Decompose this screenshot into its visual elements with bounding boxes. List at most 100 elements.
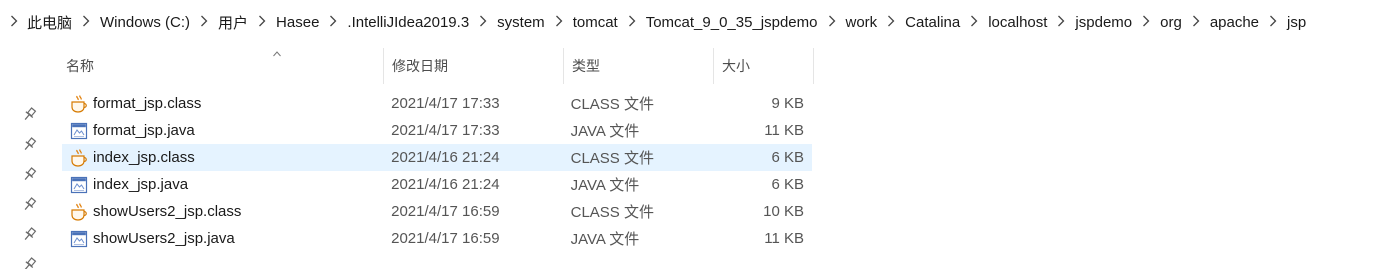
chevron-right-icon[interactable] — [1262, 14, 1284, 30]
java-source-icon — [69, 175, 89, 195]
java-class-icon — [69, 202, 89, 222]
chevron-right-icon[interactable] — [472, 14, 494, 30]
breadcrumb-item-label: jsp — [1287, 13, 1307, 31]
chevron-right-icon[interactable] — [193, 14, 215, 30]
chevron-right-icon[interactable] — [75, 14, 97, 30]
breadcrumb-item[interactable]: work — [843, 7, 881, 37]
file-row[interactable]: index_jsp.class 2021/4/16 21:24 CLASS 文件 6 … — [62, 144, 812, 171]
column-header-type[interactable]: 类型 — [564, 48, 714, 84]
java-source-icon — [69, 229, 89, 249]
breadcrumb-item[interactable]: 用户 — [215, 7, 251, 37]
breadcrumb-item-label: org — [1160, 13, 1182, 31]
column-size-label: 大小 — [722, 58, 750, 74]
chevron-right-icon[interactable] — [880, 14, 902, 30]
file-row[interactable]: format_jsp.class 2021/4/17 17:33 CLASS 文件 9… — [62, 90, 812, 117]
breadcrumb-item-label: Catalina — [905, 13, 961, 31]
file-name-cell: showUsers2_jsp.class — [62, 202, 391, 222]
breadcrumb-item[interactable]: Windows (C:) — [97, 7, 193, 37]
breadcrumb-item-label: localhost — [988, 13, 1048, 31]
file-type: CLASS 文件 — [570, 96, 654, 113]
file-date: 2021/4/17 17:33 — [391, 95, 500, 112]
breadcrumb-item[interactable]: tomcat — [570, 7, 621, 37]
pin-icon[interactable] — [20, 256, 38, 269]
pin-icon[interactable] — [20, 226, 38, 244]
chevron-right-icon[interactable] — [251, 14, 273, 30]
file-type: CLASS 文件 — [570, 150, 654, 167]
file-type: JAVA 文件 — [570, 231, 640, 248]
column-header-date[interactable]: 修改日期 — [384, 48, 564, 84]
column-header-size[interactable]: 大小 — [714, 48, 814, 84]
file-size: 10 KB — [763, 203, 804, 220]
file-size: 6 KB — [771, 176, 804, 193]
breadcrumb-item[interactable]: .IntelliJIdea2019.3 — [344, 7, 472, 37]
pin-icon[interactable] — [20, 136, 38, 154]
breadcrumb-item-label: system — [497, 13, 545, 31]
file-name-cell: index_jsp.class — [62, 148, 391, 168]
chevron-right-icon[interactable] — [4, 14, 24, 30]
file-date: 2021/4/17 16:59 — [391, 203, 500, 220]
file-size: 11 KB — [764, 122, 804, 139]
file-size: 6 KB — [771, 149, 804, 166]
column-header-name[interactable]: 名称 — [58, 48, 384, 84]
breadcrumb-item[interactable]: localhost — [985, 7, 1050, 37]
file-date: 2021/4/17 16:59 — [391, 230, 500, 247]
breadcrumb-item[interactable]: jsp — [1284, 7, 1309, 37]
file-row[interactable]: format_jsp.java 2021/4/17 17:33 JAVA 文件 11 … — [62, 117, 812, 144]
file-date: 2021/4/16 21:24 — [391, 176, 500, 193]
java-source-icon — [69, 121, 89, 141]
breadcrumb-item-label: 用户 — [218, 14, 249, 32]
file-name-cell: index_jsp.java — [62, 175, 391, 195]
breadcrumb-item-label: apache — [1209, 13, 1260, 31]
file-row[interactable]: showUsers2_jsp.java 2021/4/17 16:59 JAVA 文… — [62, 225, 812, 252]
file-size: 9 KB — [771, 95, 804, 112]
file-row[interactable]: index_jsp.java 2021/4/16 21:24 JAVA 文件 6 KB — [62, 171, 812, 198]
breadcrumb-item[interactable]: Catalina — [902, 7, 963, 37]
file-type: JAVA 文件 — [570, 123, 640, 140]
file-date: 2021/4/16 21:24 — [391, 149, 500, 166]
column-name-label: 名称 — [66, 58, 94, 74]
file-name: format_jsp.class — [93, 95, 202, 112]
breadcrumb-item-label: work — [845, 13, 878, 31]
column-type-label: 类型 — [572, 58, 600, 74]
breadcrumb-item[interactable]: Tomcat_9_0_35_jspdemo — [643, 7, 821, 37]
chevron-right-icon[interactable] — [963, 14, 985, 30]
file-type: JAVA 文件 — [570, 177, 640, 194]
pin-icon[interactable] — [20, 196, 38, 214]
pin-icon[interactable] — [20, 106, 38, 124]
file-name-cell: format_jsp.java — [62, 121, 391, 141]
chevron-right-icon[interactable] — [1135, 14, 1157, 30]
breadcrumb-item-label: Hasee — [276, 13, 320, 31]
chevron-right-icon[interactable] — [548, 14, 570, 30]
file-name: format_jsp.java — [93, 122, 195, 139]
file-name: showUsers2_jsp.java — [93, 230, 235, 247]
breadcrumb-item[interactable]: apache — [1207, 7, 1262, 37]
breadcrumb-item-label: Tomcat_9_0_35_jspdemo — [645, 13, 818, 31]
column-date-label: 修改日期 — [392, 58, 448, 74]
chevron-right-icon[interactable] — [821, 14, 843, 30]
column-header: 名称 修改日期 类型 大小 — [58, 48, 814, 84]
breadcrumb-item-label: 此电脑 — [27, 14, 73, 32]
file-name-cell: format_jsp.class — [62, 94, 391, 114]
java-class-icon — [69, 94, 89, 114]
breadcrumb-item[interactable]: org — [1157, 7, 1185, 37]
breadcrumb-item[interactable]: Hasee — [273, 7, 322, 37]
pin-icon[interactable] — [20, 166, 38, 184]
sort-ascending-icon — [273, 51, 281, 57]
file-row[interactable]: showUsers2_jsp.class 2021/4/17 16:59 CLASS… — [62, 198, 812, 225]
breadcrumb-item[interactable]: system — [494, 7, 548, 37]
breadcrumb-item[interactable]: jspdemo — [1072, 7, 1135, 37]
file-name: index_jsp.java — [93, 176, 189, 193]
file-name: showUsers2_jsp.class — [93, 203, 242, 220]
file-name-cell: showUsers2_jsp.java — [62, 229, 391, 249]
chevron-right-icon[interactable] — [322, 14, 344, 30]
breadcrumb-item-label: .IntelliJIdea2019.3 — [347, 13, 470, 31]
breadcrumb-item-label: jspdemo — [1075, 13, 1133, 31]
file-size: 11 KB — [764, 230, 804, 247]
breadcrumb-item-label: Windows (C:) — [100, 13, 191, 31]
chevron-right-icon[interactable] — [1050, 14, 1072, 30]
chevron-right-icon[interactable] — [1185, 14, 1207, 30]
file-explorer: 此电脑 Windows (C:) 用户 Hasee .IntelliJIdea2019.… — [0, 0, 1380, 269]
chevron-right-icon[interactable] — [621, 14, 643, 30]
breadcrumb: 此电脑 Windows (C:) 用户 Hasee .IntelliJIdea2019.… — [0, 0, 1380, 45]
breadcrumb-item[interactable]: 此电脑 — [24, 7, 75, 37]
